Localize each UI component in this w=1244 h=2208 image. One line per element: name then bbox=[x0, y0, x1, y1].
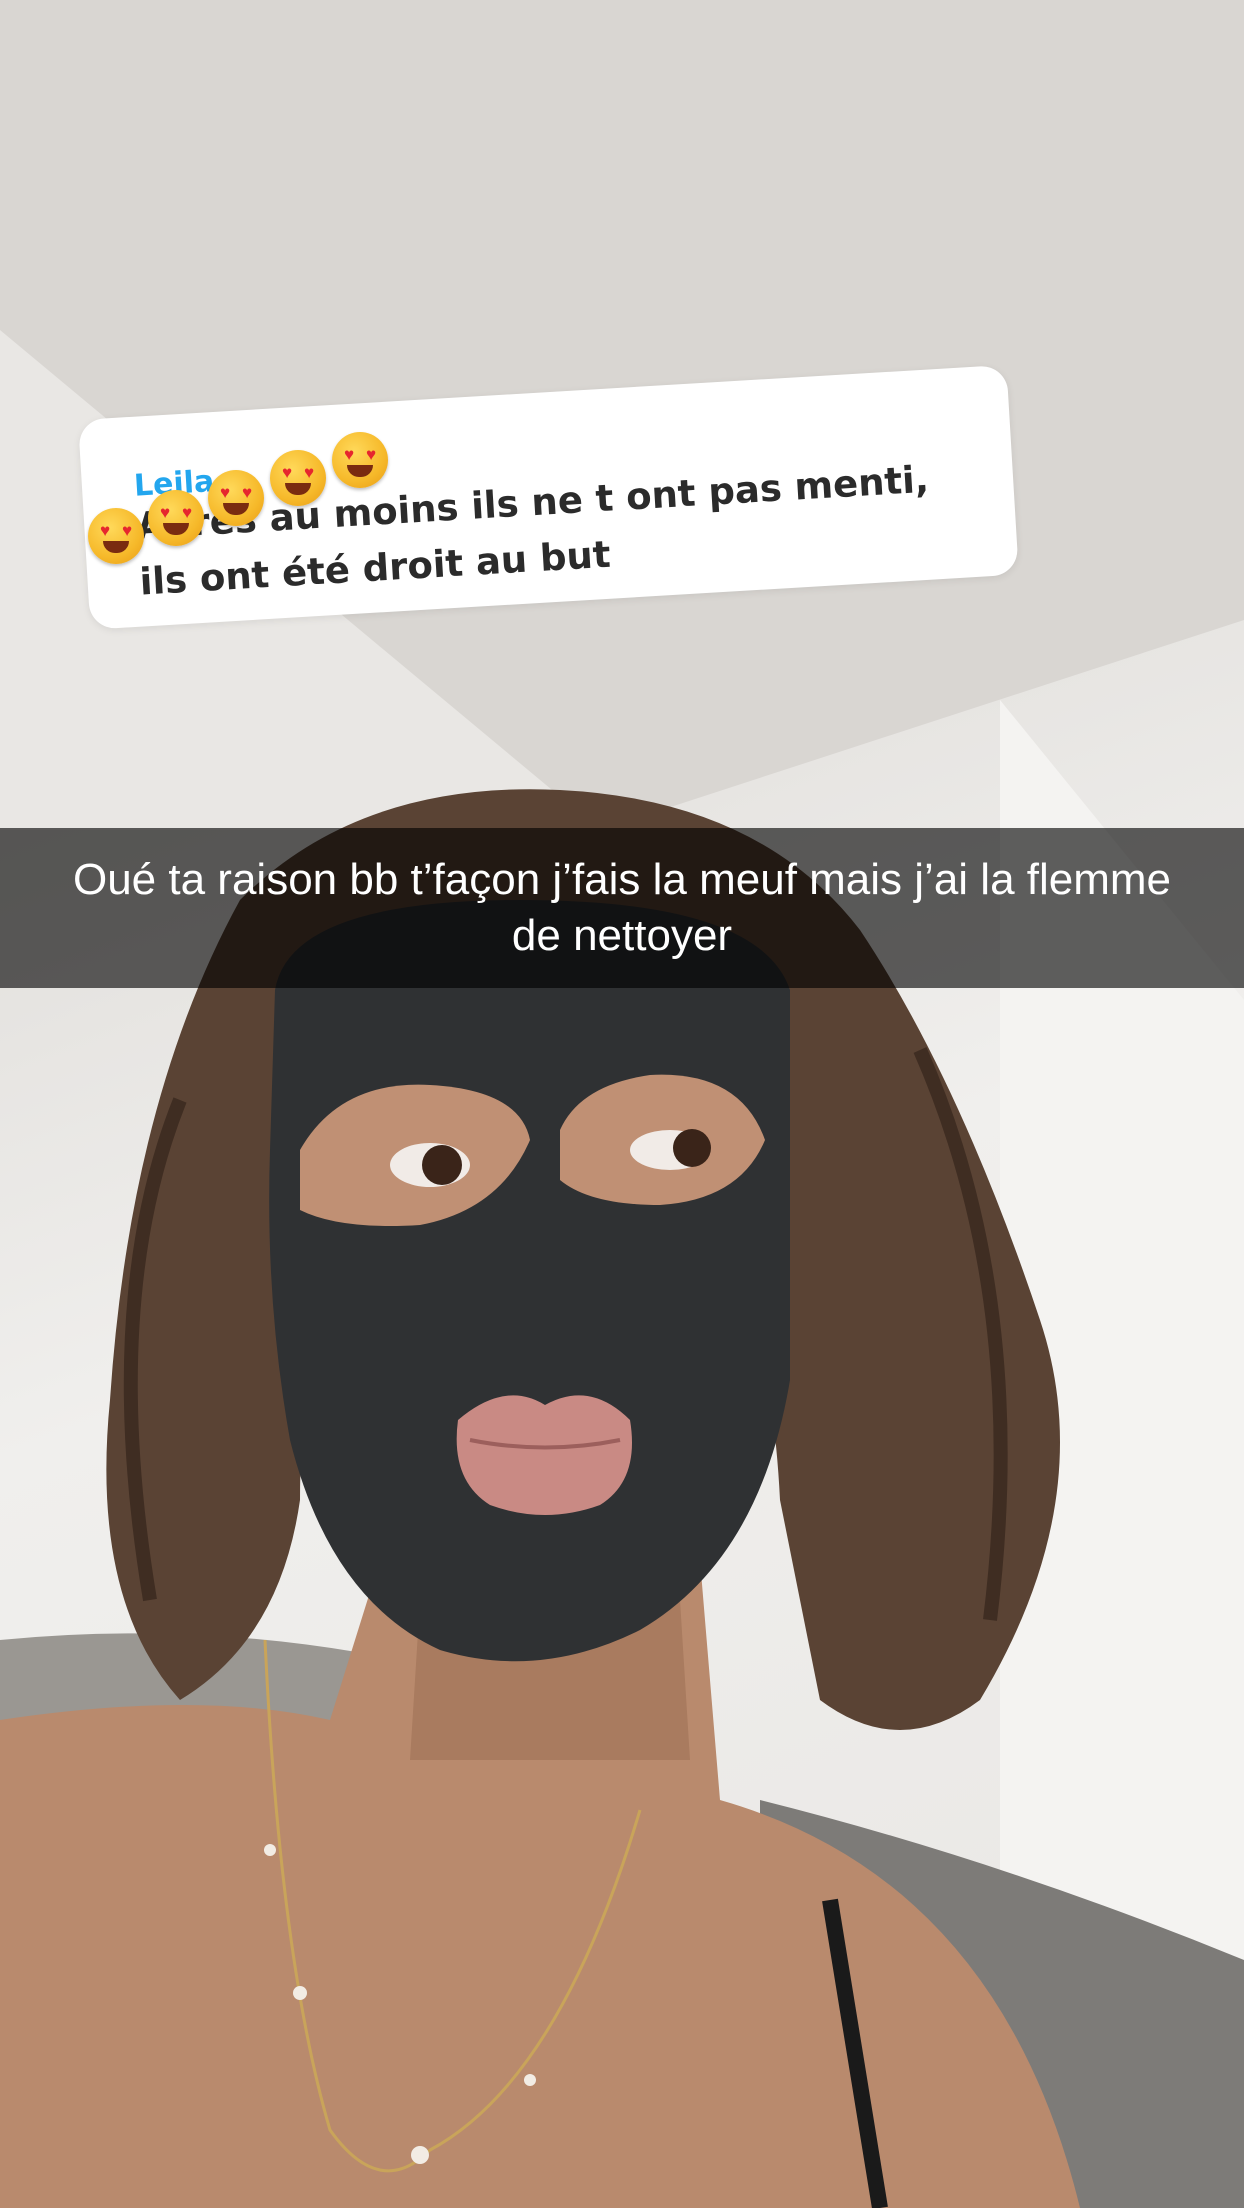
heart-eyes-emoji: ♥ ♥ bbox=[208, 470, 264, 526]
caption-bar[interactable]: Oué ta raison bb t’façon j’fais la meuf … bbox=[0, 828, 1244, 988]
selfie-illustration bbox=[0, 0, 1244, 2208]
heart-eyes-emoji: ♥ ♥ bbox=[148, 490, 204, 546]
caption-text: Oué ta raison bb t’façon j’fais la meuf … bbox=[72, 855, 1172, 960]
heart-eyes-emoji: ♥ ♥ bbox=[270, 450, 326, 506]
heart-eyes-emoji: ♥ ♥ bbox=[88, 508, 144, 564]
heart-eyes-emoji: ♥ ♥ bbox=[332, 432, 388, 488]
story-photo bbox=[0, 0, 1244, 2208]
